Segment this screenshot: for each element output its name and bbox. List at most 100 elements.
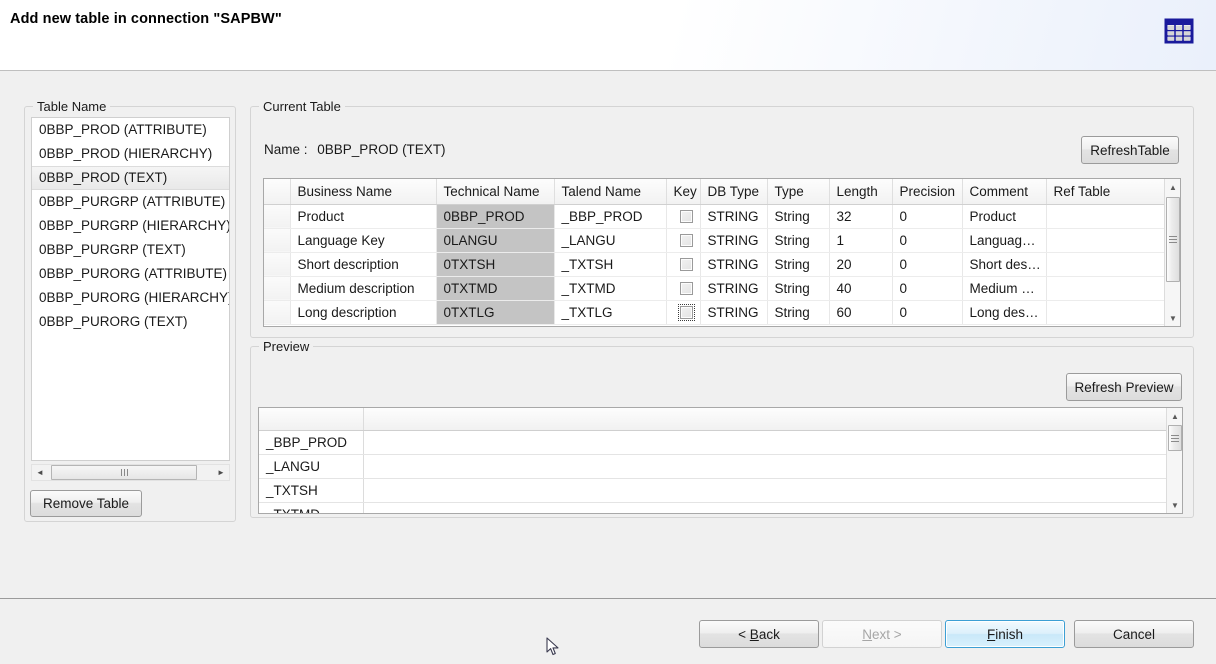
refresh-table-button[interactable]: RefreshTable: [1081, 136, 1179, 164]
cell-length[interactable]: 60: [829, 300, 892, 324]
key-checkbox[interactable]: [680, 306, 693, 319]
column-header[interactable]: Comment: [962, 179, 1046, 204]
cell-type[interactable]: String: [767, 228, 829, 252]
table-list-item[interactable]: 0BBP_PURORG (HIERARCHY): [32, 286, 229, 310]
table-list-item[interactable]: 0BBP_PROD (ATTRIBUTE): [32, 118, 229, 142]
cell-ref-table[interactable]: [1046, 252, 1165, 276]
cell-db-type[interactable]: STRING: [700, 252, 767, 276]
column-header[interactable]: Business Name: [290, 179, 436, 204]
key-checkbox-cell[interactable]: [666, 228, 700, 252]
cell-business-name[interactable]: Long description: [290, 300, 436, 324]
column-header[interactable]: Type: [767, 179, 829, 204]
cell-comment[interactable]: Short des…: [962, 252, 1046, 276]
key-checkbox[interactable]: [680, 210, 693, 223]
preview-value-cell[interactable]: [363, 502, 1167, 514]
cell-type[interactable]: String: [767, 252, 829, 276]
column-header[interactable]: Key: [666, 179, 700, 204]
column-header[interactable]: Ref Table: [1046, 179, 1165, 204]
table-list-item[interactable]: 0BBP_PURGRP (TEXT): [32, 238, 229, 262]
scroll-down-icon[interactable]: ▼: [1167, 497, 1183, 513]
column-header[interactable]: Length: [829, 179, 892, 204]
table-list-item[interactable]: 0BBP_PROD (HIERARCHY): [32, 142, 229, 166]
key-checkbox[interactable]: [680, 282, 693, 295]
scroll-up-icon[interactable]: ▲: [1167, 408, 1183, 424]
cell-talend-name[interactable]: _LANGU: [554, 228, 666, 252]
schema-vertical-scrollbar[interactable]: ▲ ▼: [1164, 179, 1180, 326]
row-selector-cell[interactable]: [264, 276, 290, 300]
cell-talend-name[interactable]: _TXTSH: [554, 252, 666, 276]
cell-db-type[interactable]: STRING: [700, 204, 767, 228]
key-checkbox[interactable]: [680, 258, 693, 271]
cell-ref-table[interactable]: [1046, 300, 1165, 324]
cell-business-name[interactable]: Short description: [290, 252, 436, 276]
remove-table-button[interactable]: Remove Table: [30, 490, 142, 517]
cancel-button[interactable]: Cancel: [1074, 620, 1194, 648]
preview-row[interactable]: _TXTMD: [259, 502, 1167, 514]
cell-length[interactable]: 32: [829, 204, 892, 228]
table-row[interactable]: Long description0TXTLG_TXTLGSTRINGString…: [264, 300, 1165, 324]
cell-talend-name[interactable]: _TXTLG: [554, 300, 666, 324]
back-button[interactable]: < Back: [699, 620, 819, 648]
cell-db-type[interactable]: STRING: [700, 276, 767, 300]
preview-row[interactable]: _BBP_PROD: [259, 430, 1167, 454]
refresh-preview-button[interactable]: Refresh Preview: [1066, 373, 1182, 401]
cell-business-name[interactable]: Language Key: [290, 228, 436, 252]
cell-talend-name[interactable]: _TXTMD: [554, 276, 666, 300]
cell-db-type[interactable]: STRING: [700, 300, 767, 324]
key-checkbox-cell[interactable]: [666, 252, 700, 276]
cell-technical-name[interactable]: 0BBP_PROD: [436, 204, 554, 228]
scroll-up-icon[interactable]: ▲: [1165, 179, 1181, 195]
preview-field-cell[interactable]: _TXTSH: [259, 478, 363, 502]
cell-type[interactable]: String: [767, 300, 829, 324]
table-list-horizontal-scrollbar[interactable]: ◄ ►: [31, 464, 230, 481]
preview-field-cell[interactable]: _LANGU: [259, 454, 363, 478]
cell-precision[interactable]: 0: [892, 276, 962, 300]
finish-button[interactable]: Finish: [945, 620, 1065, 648]
preview-field-cell[interactable]: _BBP_PROD: [259, 430, 363, 454]
cell-precision[interactable]: 0: [892, 300, 962, 324]
preview-vertical-scrollbar[interactable]: ▲ ▼: [1166, 408, 1182, 513]
cell-talend-name[interactable]: _BBP_PROD: [554, 204, 666, 228]
preview-row[interactable]: _TXTSH: [259, 478, 1167, 502]
cell-comment[interactable]: Languag…: [962, 228, 1046, 252]
cell-length[interactable]: 40: [829, 276, 892, 300]
table-row[interactable]: Medium description0TXTMD_TXTMDSTRINGStri…: [264, 276, 1165, 300]
preview-value-cell[interactable]: [363, 430, 1167, 454]
cell-technical-name[interactable]: 0LANGU: [436, 228, 554, 252]
table-list-item[interactable]: 0BBP_PURGRP (HIERARCHY): [32, 214, 229, 238]
cell-precision[interactable]: 0: [892, 252, 962, 276]
cell-precision[interactable]: 0: [892, 204, 962, 228]
row-selector-cell[interactable]: [264, 228, 290, 252]
hscroll-track[interactable]: [48, 465, 213, 480]
key-checkbox-cell[interactable]: [666, 300, 700, 324]
cell-length[interactable]: 20: [829, 252, 892, 276]
column-header[interactable]: DB Type: [700, 179, 767, 204]
cell-length[interactable]: 1: [829, 228, 892, 252]
cell-comment[interactable]: Product: [962, 204, 1046, 228]
cell-ref-table[interactable]: [1046, 228, 1165, 252]
preview-field-cell[interactable]: _TXTMD: [259, 502, 363, 514]
hscroll-thumb[interactable]: [51, 465, 197, 480]
next-button[interactable]: Next >: [822, 620, 942, 648]
table-row[interactable]: Language Key0LANGU_LANGUSTRINGString10La…: [264, 228, 1165, 252]
schema-scroll-thumb[interactable]: [1166, 197, 1180, 282]
cell-ref-table[interactable]: [1046, 204, 1165, 228]
table-name-list[interactable]: 0BBP_PROD (ATTRIBUTE)0BBP_PROD (HIERARCH…: [31, 117, 230, 461]
cell-technical-name[interactable]: 0TXTMD: [436, 276, 554, 300]
key-checkbox-cell[interactable]: [666, 276, 700, 300]
row-selector-cell[interactable]: [264, 252, 290, 276]
column-header[interactable]: Precision: [892, 179, 962, 204]
table-list-item[interactable]: 0BBP_PURGRP (ATTRIBUTE): [32, 190, 229, 214]
table-row[interactable]: Short description0TXTSH_TXTSH STRINGStrin…: [264, 252, 1165, 276]
row-selector-cell[interactable]: [264, 204, 290, 228]
cell-db-type[interactable]: STRING: [700, 228, 767, 252]
table-list-item[interactable]: 0BBP_PROD (TEXT): [32, 166, 229, 190]
cell-comment[interactable]: Long des…: [962, 300, 1046, 324]
column-header[interactable]: Technical Name: [436, 179, 554, 204]
cell-ref-table[interactable]: [1046, 276, 1165, 300]
preview-value-cell[interactable]: [363, 454, 1167, 478]
scroll-left-icon[interactable]: ◄: [32, 465, 48, 480]
key-checkbox-cell[interactable]: [666, 204, 700, 228]
cell-technical-name[interactable]: 0TXTSH: [436, 252, 554, 276]
key-checkbox[interactable]: [680, 234, 693, 247]
